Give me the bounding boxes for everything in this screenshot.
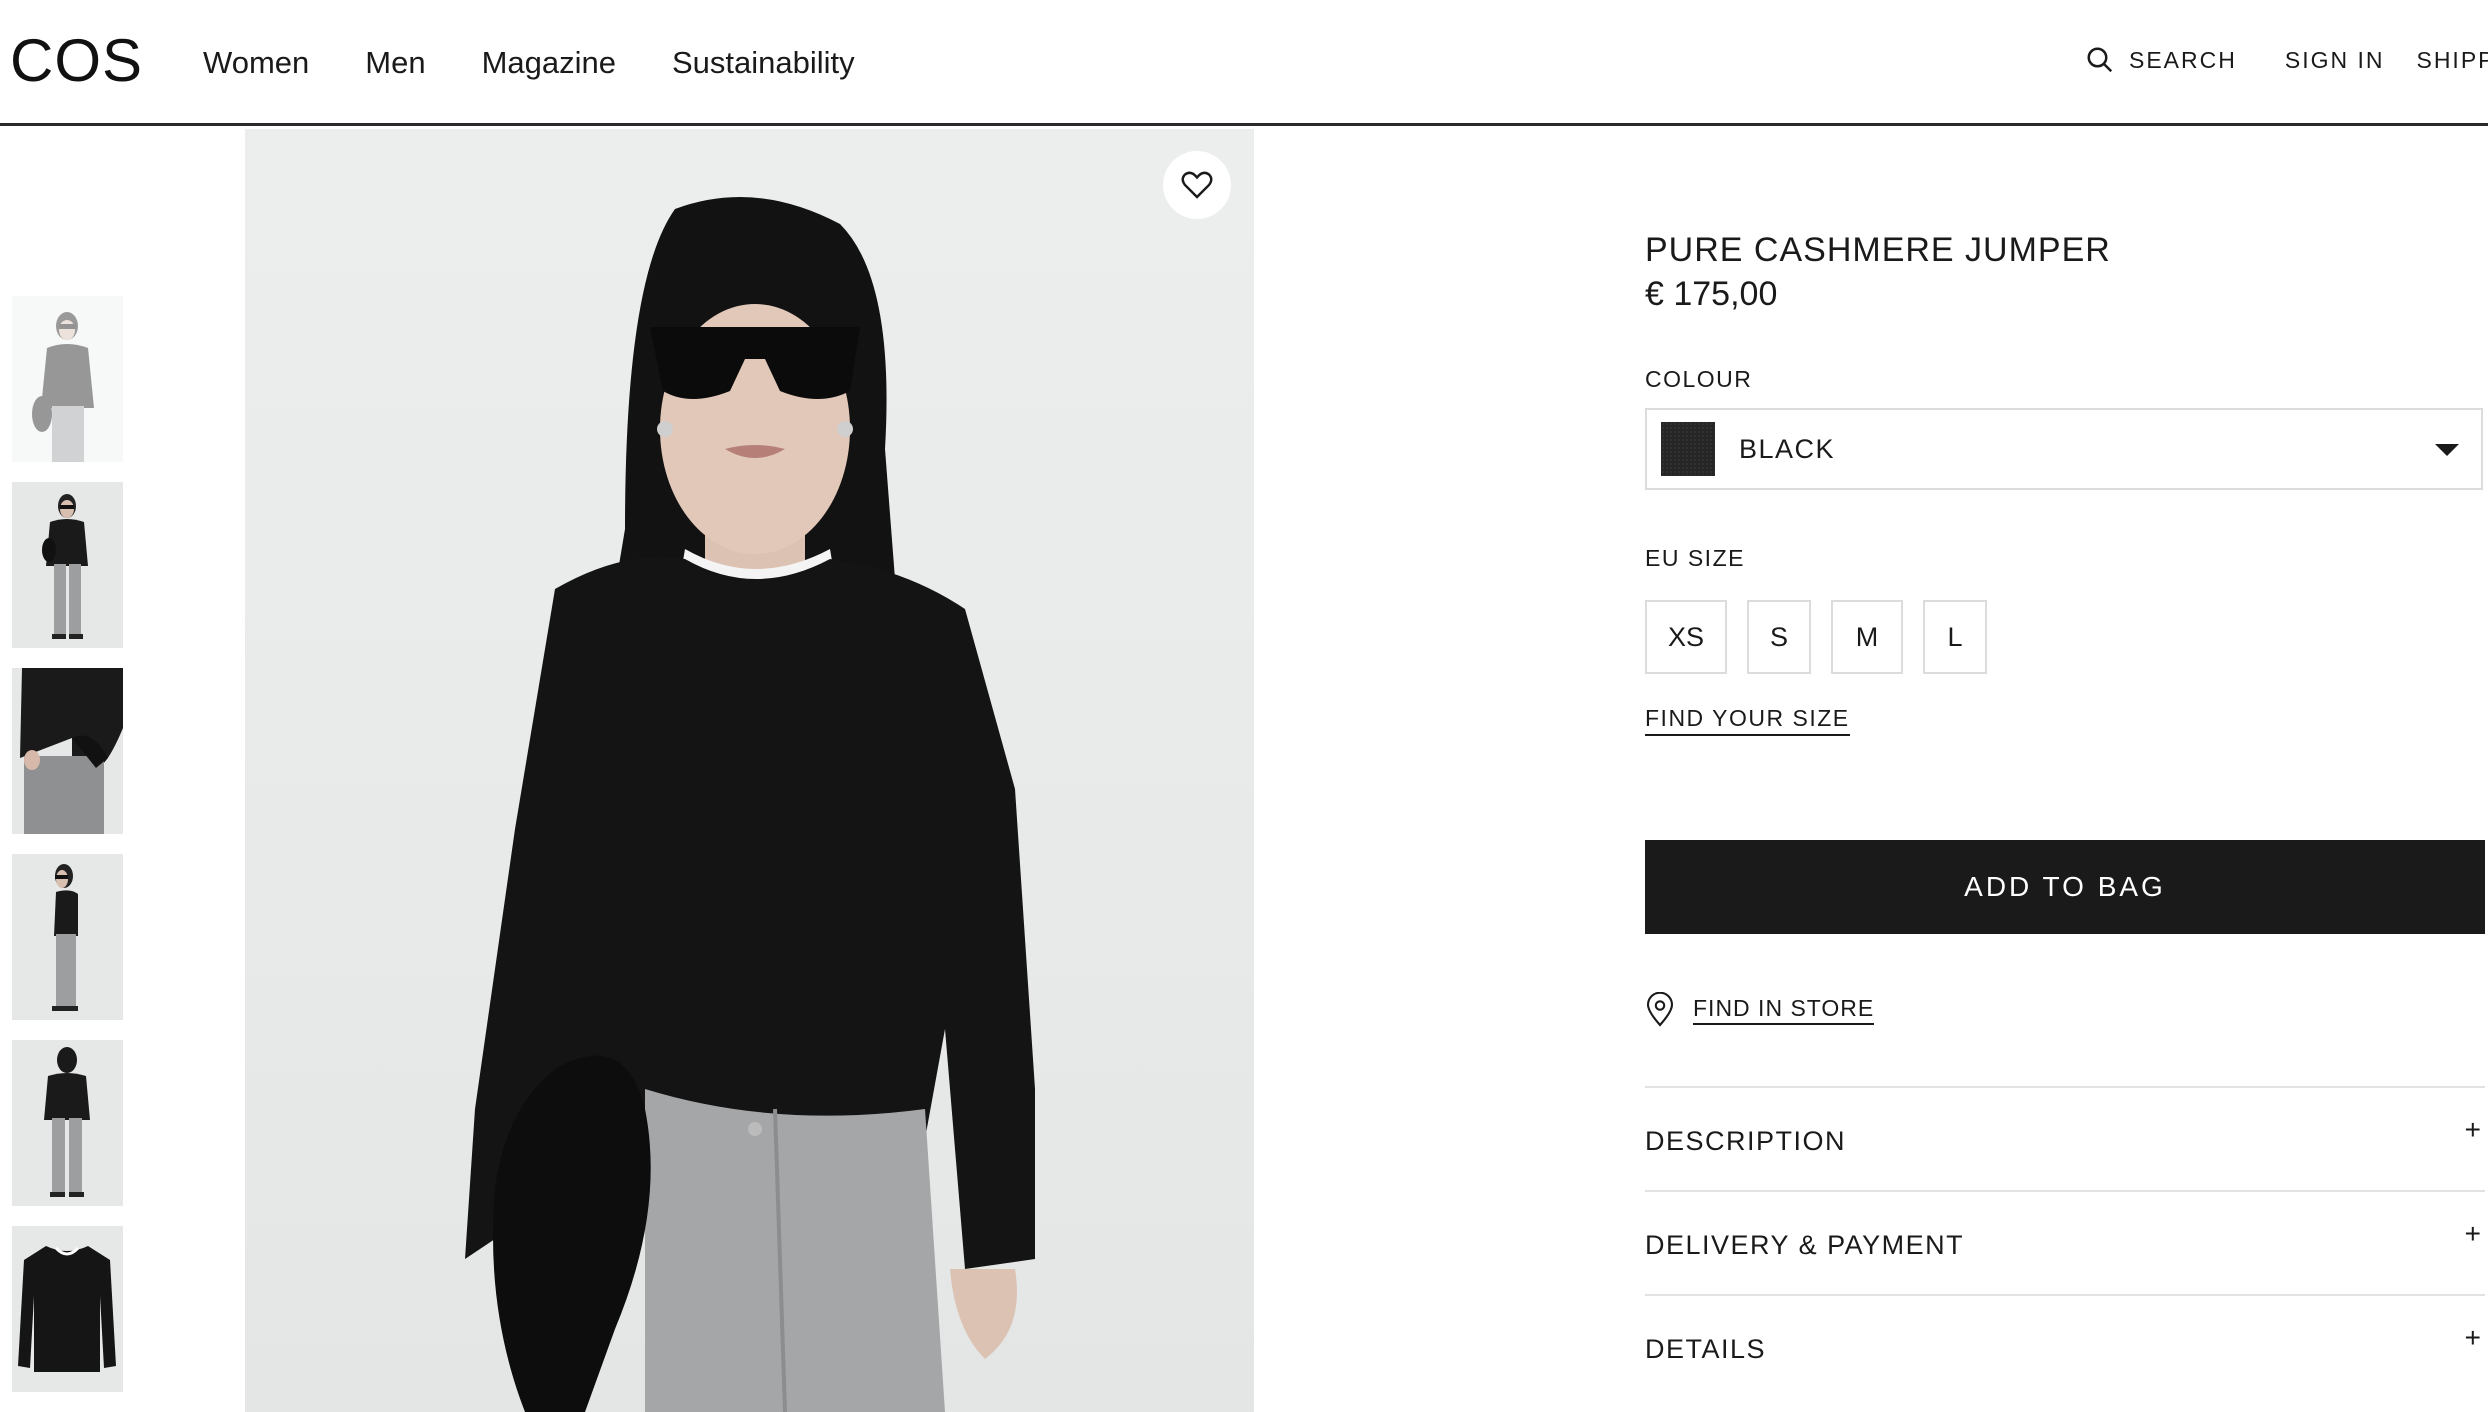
plus-icon: +: [2464, 1114, 2481, 1145]
thumbnail-3[interactable]: [12, 668, 123, 834]
thumbnail-4[interactable]: [12, 854, 123, 1020]
product-price: € 175,00: [1645, 275, 1778, 313]
thumbnail-1[interactable]: [12, 296, 123, 462]
search-button[interactable]: SEARCH: [2085, 40, 2237, 80]
size-option-s[interactable]: S: [1747, 600, 1811, 674]
main-product-image[interactable]: [245, 129, 1254, 1412]
scroll-fade: [1500, 1370, 2488, 1412]
colour-swatch: [1661, 422, 1715, 476]
product-accordion: DESCRIPTION + DELIVERY & PAYMENT + DETAI…: [1645, 1086, 2485, 1398]
nav-women[interactable]: Women: [203, 40, 309, 86]
sign-in-link[interactable]: SIGN IN: [2285, 40, 2385, 80]
search-icon: [2087, 47, 2113, 73]
colour-label: COLOUR: [1645, 366, 1753, 392]
cos-logo[interactable]: COS: [10, 26, 143, 96]
search-label: SEARCH: [2129, 47, 2237, 73]
heart-icon: [1181, 171, 1213, 199]
shipping-link[interactable]: SHIPPI: [2416, 40, 2488, 80]
site-header: COS Women Men Magazine Sustainability SE…: [0, 0, 2488, 126]
nav-men[interactable]: Men: [365, 40, 425, 86]
chevron-down-icon: [2435, 444, 2459, 456]
accordion-description[interactable]: DESCRIPTION +: [1645, 1086, 2485, 1190]
thumbnail-gallery: [12, 296, 123, 1412]
accordion-delivery-payment[interactable]: DELIVERY & PAYMENT +: [1645, 1190, 2485, 1294]
colour-value: BLACK: [1739, 433, 1836, 464]
add-to-bag-button[interactable]: ADD TO BAG: [1645, 840, 2485, 934]
size-label: EU SIZE: [1645, 545, 1745, 571]
wishlist-button[interactable]: [1163, 151, 1231, 219]
size-option-m[interactable]: M: [1831, 600, 1903, 674]
product-info: PURE CASHMERE JUMPER € 175,00 COLOUR BLA…: [1645, 230, 2485, 1364]
thumbnail-5[interactable]: [12, 1040, 123, 1206]
thumbnail-2[interactable]: [12, 482, 123, 648]
thumbnail-6[interactable]: [12, 1226, 123, 1392]
find-your-size-link[interactable]: FIND YOUR SIZE: [1645, 705, 1850, 736]
product-title: PURE CASHMERE JUMPER: [1645, 231, 2111, 269]
model-photo: [465, 197, 1035, 1412]
colour-dropdown[interactable]: BLACK: [1645, 408, 2483, 490]
accordion-label: DELIVERY & PAYMENT: [1645, 1230, 1965, 1260]
plus-icon: +: [2464, 1218, 2481, 1249]
find-in-store[interactable]: FIND IN STORE: [1645, 992, 1875, 1028]
size-option-l[interactable]: L: [1923, 600, 1987, 674]
nav-magazine[interactable]: Magazine: [482, 40, 616, 86]
utility-nav: SEARCH SIGN IN SHIPPI: [2085, 40, 2488, 80]
main-nav: Women Men Magazine Sustainability: [203, 40, 911, 86]
nav-sustainability[interactable]: Sustainability: [672, 40, 855, 86]
plus-icon: +: [2464, 1322, 2481, 1353]
accordion-label: DETAILS: [1645, 1334, 1767, 1364]
size-option-xs[interactable]: XS: [1645, 600, 1727, 674]
location-pin-icon: [1646, 992, 1674, 1027]
size-selector: XS S M L: [1645, 600, 2007, 674]
find-in-store-link[interactable]: FIND IN STORE: [1693, 995, 1875, 1025]
accordion-label: DESCRIPTION: [1645, 1126, 1847, 1156]
